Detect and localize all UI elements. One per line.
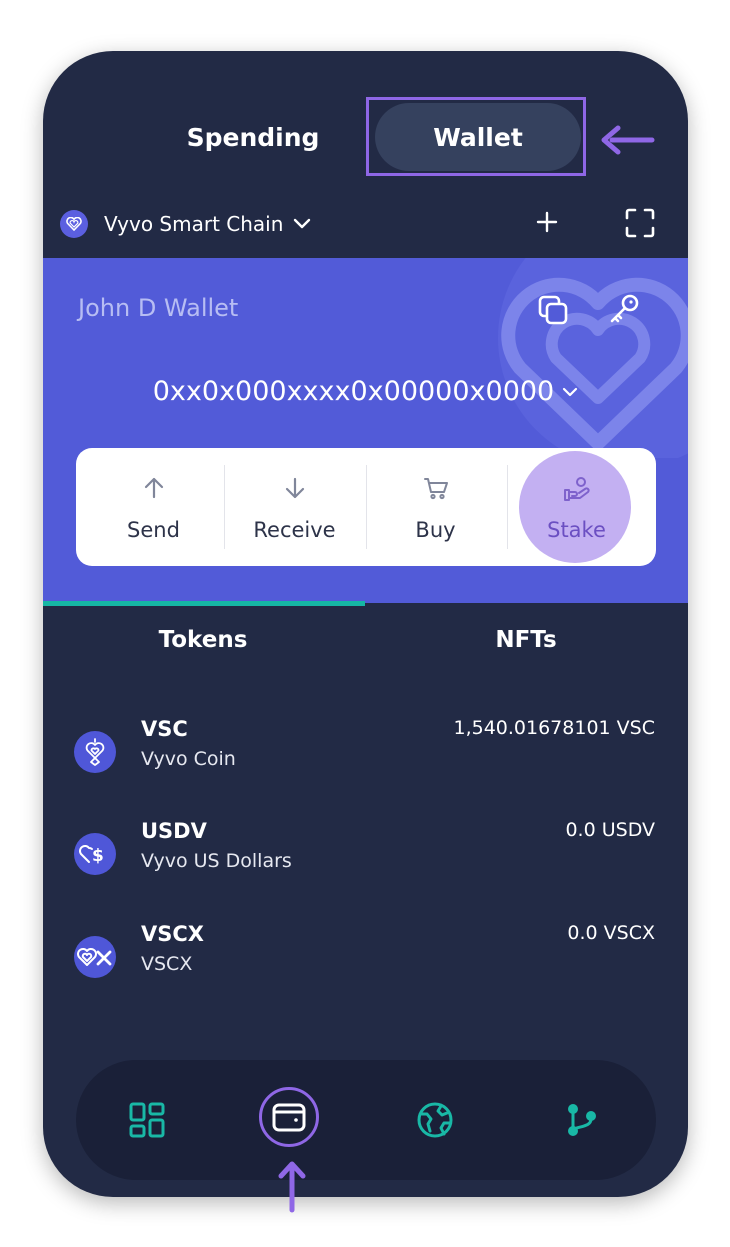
wallet-address: 0xx0x000xxxx0x00000x0000 xyxy=(152,376,555,407)
pointer-arrow-left-icon xyxy=(601,125,655,155)
key-icon[interactable] xyxy=(607,292,641,326)
send-button[interactable]: Send xyxy=(83,448,224,566)
wallet-icon[interactable] xyxy=(259,1087,319,1147)
usdv-icon: $ xyxy=(74,833,116,875)
token-balance: 0.0 VSCX xyxy=(567,922,655,944)
token-symbol: USDV xyxy=(141,819,207,843)
arrow-down-icon xyxy=(224,476,365,500)
cart-icon xyxy=(365,476,506,500)
branch-icon[interactable] xyxy=(554,1092,610,1148)
token-name: Vyvo Coin xyxy=(141,748,236,770)
token-balance: 0.0 USDV xyxy=(565,819,655,841)
vsc-icon xyxy=(74,731,116,773)
buy-button[interactable]: Buy xyxy=(365,448,506,566)
list-item[interactable]: VSCX VSCX 0.0 VSCX xyxy=(43,920,688,990)
arrow-up-icon xyxy=(83,476,224,500)
svg-text:$: $ xyxy=(92,846,104,866)
vscx-icon xyxy=(74,936,116,978)
send-label: Send xyxy=(127,518,180,542)
stake-label: Stake xyxy=(547,518,606,542)
action-bar: Send Receive Buy Stake xyxy=(76,448,656,566)
token-symbol: VSC xyxy=(141,717,188,741)
plus-icon[interactable] xyxy=(531,206,563,238)
active-tab-indicator xyxy=(43,601,365,606)
receive-button[interactable]: Receive xyxy=(224,448,365,566)
wallet-tab-highlight xyxy=(366,97,586,176)
phone-screen: Spending Wallet Vyvo Smart Chain John D … xyxy=(43,51,688,1197)
copy-icon[interactable] xyxy=(537,294,569,326)
spending-tab[interactable]: Spending xyxy=(187,115,320,159)
pointer-arrow-up-icon xyxy=(278,1161,306,1213)
wallet-name: John D Wallet xyxy=(78,294,239,322)
address-selector[interactable]: 0xx0x000xxxx0x00000x0000 xyxy=(43,376,688,407)
chevron-down-icon xyxy=(562,387,578,397)
chevron-down-icon xyxy=(293,218,311,230)
hand-coin-icon xyxy=(506,476,647,502)
scan-icon[interactable] xyxy=(624,207,656,239)
token-balance: 1,540.01678101 VSC xyxy=(453,717,655,739)
bottom-nav xyxy=(76,1060,656,1180)
tab-nfts[interactable]: NFTs xyxy=(426,627,626,653)
stake-button[interactable]: Stake xyxy=(506,448,647,566)
globe-icon[interactable] xyxy=(407,1092,463,1148)
token-name: Vyvo US Dollars xyxy=(141,850,292,872)
receive-label: Receive xyxy=(253,518,336,542)
list-item[interactable]: VSC Vyvo Coin 1,540.01678101 VSC xyxy=(43,715,688,785)
token-name: VSCX xyxy=(141,953,193,975)
chain-name: Vyvo Smart Chain xyxy=(104,212,284,236)
tab-tokens[interactable]: Tokens xyxy=(103,627,303,653)
heart-watermark-icon xyxy=(498,258,688,458)
buy-label: Buy xyxy=(415,518,456,542)
wallet-card: John D Wallet 0xx0x000xxxx0x00000x0000 S… xyxy=(43,258,688,603)
dashboard-icon[interactable] xyxy=(119,1092,175,1148)
token-symbol: VSCX xyxy=(141,922,204,946)
chain-selector[interactable]: Vyvo Smart Chain xyxy=(60,207,311,241)
vyvo-heart-icon xyxy=(60,210,88,238)
list-item[interactable]: $ USDV Vyvo US Dollars 0.0 USDV xyxy=(43,817,688,887)
